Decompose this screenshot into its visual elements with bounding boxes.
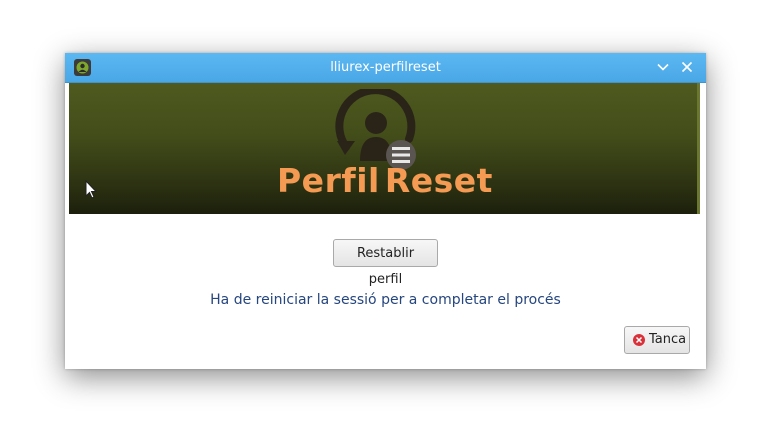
mouse-cursor-icon: [85, 180, 98, 199]
titlebar[interactable]: lliurex-perfilreset: [65, 53, 706, 83]
logo-word-reset: Reset: [384, 161, 493, 200]
status-message: Ha de reiniciar la sessió per a completa…: [210, 292, 561, 308]
minimize-chevron-icon[interactable]: [656, 60, 670, 74]
reset-profile-button[interactable]: Restablir perfil: [333, 239, 438, 287]
logo-text: Perfil Reset: [277, 161, 493, 200]
close-window-icon[interactable]: [680, 60, 694, 74]
dialog-window: lliurex-perfilreset Perfil Reset Restabl…: [65, 53, 706, 369]
window-title: lliurex-perfilreset: [330, 60, 441, 75]
close-button[interactable]: Tanca: [624, 326, 690, 354]
logo-word-perfil: Perfil: [277, 161, 380, 200]
close-button-label: Tanca: [649, 332, 687, 347]
banner-edge: [697, 83, 700, 214]
header-banner: Perfil Reset: [69, 83, 700, 214]
close-circle-icon: [633, 334, 645, 346]
